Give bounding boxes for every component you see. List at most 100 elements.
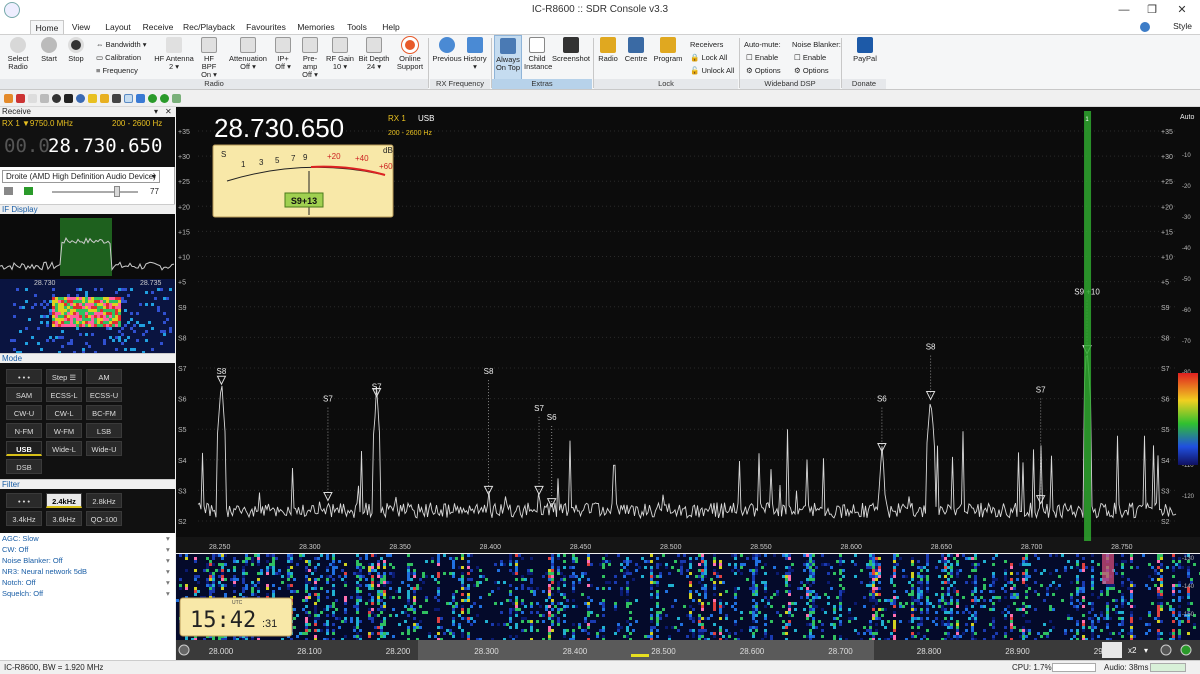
if-display-header[interactable]: IF Display — [0, 204, 175, 214]
zoom-button[interactable] — [1102, 642, 1122, 658]
frequency-button[interactable]: ≡ Frequency — [96, 65, 138, 76]
volume-slider[interactable] — [52, 191, 138, 193]
mode-button-dsb[interactable]: DSB — [6, 459, 42, 474]
record-icon[interactable] — [16, 94, 25, 103]
restore-button[interactable]: ❐ — [1138, 0, 1166, 20]
tab-receive[interactable]: Receive — [138, 20, 178, 34]
setting-agc[interactable]: AGC: Slow ▾ — [2, 533, 174, 544]
menu-icon[interactable] — [172, 94, 181, 103]
waterfall-frequency-scale[interactable]: 28.000 28.100 28.200 28.300 28.400 28.500 28.6… — [176, 640, 1200, 660]
frequency-main-digits[interactable]: 28.730.650 — [48, 135, 162, 157]
folder-icon[interactable] — [28, 94, 37, 103]
filter-button-2-4khz[interactable]: 2.4kHz — [46, 493, 82, 508]
mode-button-wide-l[interactable]: Wide-L — [46, 441, 82, 456]
dropdown-icon[interactable]: ▾ — [154, 107, 158, 117]
filter-button-3-4khz[interactable]: 3.4kHz — [6, 511, 42, 526]
stop-icon[interactable] — [64, 94, 73, 103]
play-icon[interactable] — [52, 94, 61, 103]
mode-button-lsb[interactable]: LSB — [86, 423, 122, 438]
audio-out-icon[interactable] — [24, 187, 33, 195]
filter-button-qo-100[interactable]: QO-100 — [86, 511, 122, 526]
audio-device-select[interactable]: Droite (AMD High Definition Audio Device… — [2, 170, 160, 183]
volume-slider-handle[interactable] — [114, 186, 120, 197]
close-icon[interactable]: ✕ — [165, 107, 172, 117]
mode-button-step-[interactable]: Step ☰ — [46, 369, 82, 384]
lock-centre-button[interactable]: Centre — [622, 35, 650, 80]
mode-button-cw-u[interactable]: CW-U — [6, 405, 42, 420]
star-icon[interactable] — [88, 94, 97, 103]
mode-button-ecss-u[interactable]: ECSS-U — [86, 387, 122, 402]
tab-memories[interactable]: Memories — [294, 20, 338, 34]
select-radio-button[interactable]: Select Radio — [4, 35, 32, 80]
ip-plus-dropdown[interactable]: IP+ Off ▾ — [272, 35, 294, 80]
home-icon[interactable] — [4, 94, 13, 103]
hf-antenna-dropdown[interactable]: HF Antenna 2 ▾ — [154, 35, 194, 80]
tab-rec-playback[interactable]: Rec/Playback — [182, 20, 236, 34]
lock-program-button[interactable]: Program — [652, 35, 684, 80]
history-button[interactable]: History ▾ — [462, 35, 488, 80]
child-instance-button[interactable]: Child Instance — [524, 35, 552, 80]
tab-layout[interactable]: Layout — [100, 20, 136, 34]
noise-blanker-enable-checkbox[interactable]: ☐ Enable — [794, 52, 826, 63]
auto-mute-enable-checkbox[interactable]: ☐ Enable — [746, 52, 778, 63]
preamp-dropdown[interactable]: Pre-amp Off ▾ — [296, 35, 324, 80]
pin-icon[interactable] — [124, 94, 133, 103]
waterfall-display[interactable]: 15:42 :31 UTC -130 -140 -150 — [176, 554, 1200, 640]
unlock-all-button[interactable]: 🔓 Unlock All — [690, 65, 734, 76]
speaker-icon[interactable] — [4, 187, 13, 195]
mode-button-n-fm[interactable]: N-FM — [6, 423, 42, 438]
attenuation-dropdown[interactable]: Attenuation Off ▾ — [226, 35, 270, 80]
setting-notch[interactable]: Notch: Off ▾ — [2, 577, 174, 588]
mode-button-wide-u[interactable]: Wide-U — [86, 441, 122, 456]
filter-button--[interactable]: • • • — [6, 493, 42, 508]
paypal-button[interactable]: PayPal — [846, 35, 884, 80]
mode-button-w-fm[interactable]: W-FM — [46, 423, 82, 438]
tab-help[interactable]: Help — [376, 20, 406, 34]
mode-button-ecss-l[interactable]: ECSS-L — [46, 387, 82, 402]
mode-button-usb[interactable]: USB — [6, 441, 42, 456]
mode-button-cw-l[interactable]: CW-L — [46, 405, 82, 420]
always-on-top-toggle[interactable]: Always On Top — [494, 35, 522, 80]
lock-radio-button[interactable]: Radio — [596, 35, 620, 80]
tab-home[interactable]: Home — [30, 20, 64, 34]
bit-depth-dropdown[interactable]: Bit Depth 24 ▾ — [358, 35, 390, 80]
mode-button--[interactable]: • • • — [6, 369, 42, 384]
tab-favourites[interactable]: Favourites — [242, 20, 290, 34]
lock-all-button[interactable]: 🔒 Lock All — [690, 52, 727, 63]
tab-view[interactable]: View — [66, 20, 96, 34]
auto-mute-options-button[interactable]: ⚙ Options — [746, 65, 781, 76]
camera-icon[interactable] — [112, 94, 121, 103]
noise-blanker-options-button[interactable]: ⚙ Options — [794, 65, 829, 76]
rf-gain-dropdown[interactable]: RF Gain 10 ▾ — [326, 35, 354, 80]
mode-button-sam[interactable]: SAM — [6, 387, 42, 402]
previous-button[interactable]: Previous — [432, 35, 462, 80]
calibration-button[interactable]: ▭ Calibration — [96, 52, 141, 63]
style-menu[interactable]: Style — [1173, 21, 1192, 31]
info-icon[interactable] — [76, 94, 85, 103]
setting-nr3[interactable]: NR3: Neural network 5dB ▾ — [2, 566, 174, 577]
mode-button-am[interactable]: AM — [86, 369, 122, 384]
minimize-button[interactable]: — — [1110, 0, 1138, 20]
x-axis-tick: 28.350 — [389, 544, 411, 551]
tab-tools[interactable]: Tools — [342, 20, 372, 34]
online-support-button[interactable]: Online Support — [394, 35, 426, 80]
filter-header[interactable]: Filter — [0, 479, 175, 489]
spectrum-display[interactable]: S8S7S7S8S7S6S6S8S7S9 +10 28.250 28.300 28.… — [176, 107, 1200, 553]
mode-button-bc-fm[interactable]: BC-FM — [86, 405, 122, 420]
help-icon[interactable] — [1140, 22, 1150, 32]
lock-icon[interactable] — [100, 94, 109, 103]
hf-bpf-dropdown[interactable]: HF BPF On ▾ — [196, 35, 222, 80]
filter-button-2-8khz[interactable]: 2.8kHz — [86, 493, 122, 508]
undo-icon[interactable] — [136, 94, 145, 103]
setting-cw[interactable]: CW: Off ▾ — [2, 544, 174, 555]
mode-header[interactable]: Mode — [0, 353, 175, 363]
start-button[interactable]: Start — [36, 35, 62, 80]
filter-button-3-6khz[interactable]: 3.6kHz — [46, 511, 82, 526]
close-button[interactable]: ✕ — [1168, 0, 1196, 20]
setting-noise-blanker[interactable]: Noise Blanker: Off ▾ — [2, 555, 174, 566]
stop-button[interactable]: Stop — [64, 35, 88, 80]
back-icon[interactable] — [40, 94, 49, 103]
screenshot-button[interactable]: Screenshot — [552, 35, 590, 80]
bandwidth-button[interactable]: ⇔ Bandwidth ▾ — [96, 39, 146, 50]
setting-squelch[interactable]: Squelch: Off ▾ — [2, 588, 174, 599]
